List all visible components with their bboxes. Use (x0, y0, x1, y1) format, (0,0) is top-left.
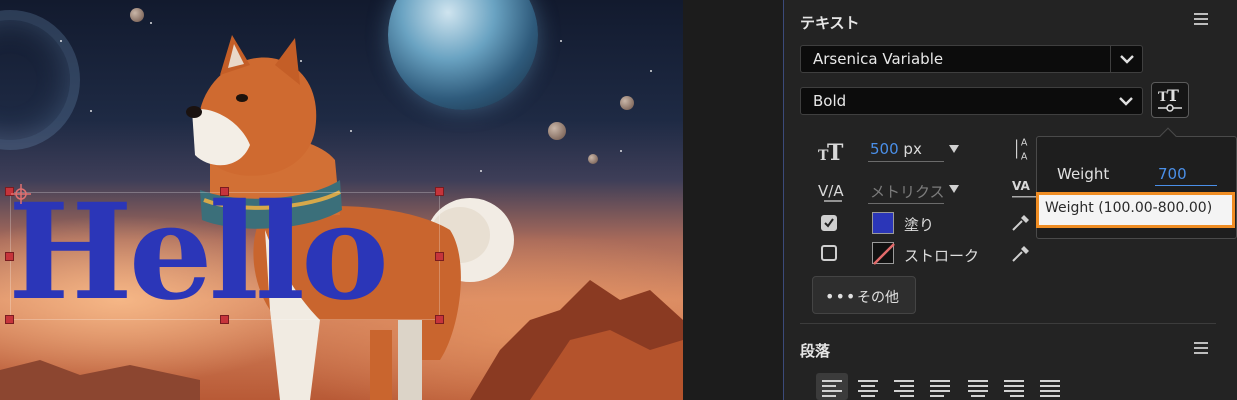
font-family-dropdown[interactable]: Arsenica Variable (800, 45, 1143, 73)
justify-center-button[interactable] (962, 373, 994, 400)
font-size-underline (868, 161, 944, 162)
kerning-dropdown-arrow[interactable] (949, 185, 959, 193)
svg-text:T: T (1167, 86, 1179, 105)
fill-label: 塗り (904, 216, 935, 234)
fill-eyedropper-icon[interactable] (1010, 212, 1032, 234)
more-dots-icon: ••• (825, 287, 857, 306)
resize-handle[interactable] (435, 252, 444, 261)
font-style-dropdown[interactable]: Bold (800, 87, 1143, 115)
svg-text:A: A (1021, 151, 1028, 162)
moon (588, 154, 598, 164)
resize-handle[interactable] (220, 187, 229, 196)
font-size-field[interactable]: 500 px (870, 140, 922, 158)
kerning-field[interactable]: メトリクス (870, 181, 945, 202)
align-center-button[interactable] (852, 373, 884, 400)
paragraph-section-menu-icon[interactable] (1194, 342, 1208, 354)
hello-text-layer[interactable]: Hello (8, 178, 389, 328)
galaxy-swirl (0, 10, 80, 150)
font-family-value: Arsenica Variable (813, 50, 944, 68)
font-size-icon: T T (818, 140, 844, 164)
checkmark-icon (824, 218, 834, 228)
chevron-down-icon[interactable] (1110, 46, 1142, 72)
anchor-point-icon[interactable] (11, 184, 31, 204)
variable-font-icon: T T (1158, 86, 1182, 112)
fill-checkbox[interactable] (821, 215, 837, 231)
more-options-label: その他 (857, 290, 899, 306)
variable-font-settings-button[interactable]: T T (1151, 82, 1189, 118)
resize-handle[interactable] (5, 252, 14, 261)
svg-text:T: T (827, 140, 844, 164)
resize-handle[interactable] (435, 187, 444, 196)
justify-all-button[interactable] (1034, 373, 1066, 400)
weight-range-tooltip: Weight (100.00-800.00) (1036, 192, 1235, 228)
align-right-button[interactable] (888, 373, 920, 400)
justify-left-button[interactable] (924, 373, 956, 400)
stroke-checkbox[interactable] (821, 245, 837, 261)
kerning-icon: V/A (818, 182, 844, 202)
moon (620, 96, 634, 110)
canvas-preview[interactable]: Hello (0, 0, 683, 400)
paragraph-section-title: 段落 (800, 342, 831, 360)
stroke-label: ストローク (904, 247, 980, 265)
fill-color-swatch[interactable] (872, 212, 894, 234)
resize-handle[interactable] (220, 315, 229, 324)
chevron-down-icon[interactable] (1110, 88, 1142, 114)
kerning-underline (868, 203, 944, 204)
resize-handle[interactable] (5, 315, 14, 324)
panel-gutter (683, 0, 783, 400)
font-size-value: 500 (870, 140, 899, 158)
section-divider (800, 323, 1216, 324)
moon (548, 122, 566, 140)
stroke-color-swatch[interactable] (872, 242, 895, 265)
svg-text:V/A: V/A (818, 182, 844, 200)
justify-right-button[interactable] (998, 373, 1030, 400)
text-section-title: テキスト (800, 14, 860, 32)
moon (130, 8, 144, 22)
align-left-button[interactable] (816, 373, 848, 400)
svg-text:A: A (1021, 138, 1028, 149)
text-section-menu-icon[interactable] (1194, 13, 1208, 25)
resize-handle[interactable] (435, 315, 444, 324)
weight-axis-label: Weight (1057, 165, 1110, 183)
font-size-dropdown-arrow[interactable] (949, 145, 959, 153)
weight-value-underline (1155, 185, 1217, 186)
font-size-unit: px (903, 140, 922, 158)
font-style-value: Bold (813, 92, 847, 110)
svg-text:VA: VA (1012, 179, 1031, 193)
no-color-slash-icon (873, 243, 895, 265)
more-options-button[interactable]: ••• その他 (812, 276, 916, 314)
weight-value-field[interactable]: 700 (1158, 165, 1187, 183)
stroke-eyedropper-icon[interactable] (1010, 243, 1032, 265)
